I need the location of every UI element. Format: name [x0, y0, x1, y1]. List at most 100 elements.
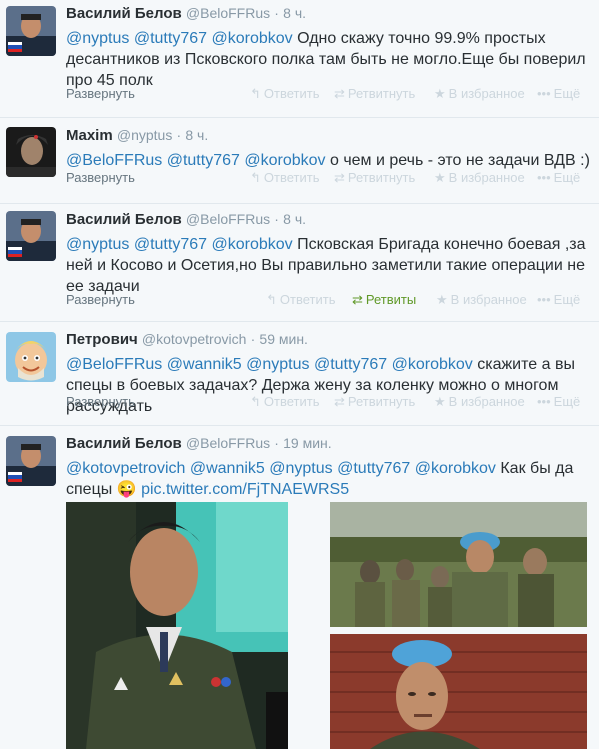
- pic-link[interactable]: pic.twitter.com/FjTNAEWRS5: [141, 481, 349, 498]
- reply-label: Ответить: [263, 170, 320, 185]
- favorite-label: В избранное: [450, 292, 527, 307]
- photo-paratroopers-group[interactable]: [330, 502, 587, 627]
- star-icon: ★: [434, 394, 446, 409]
- author-name[interactable]: Василий Белов: [66, 211, 182, 228]
- favorite-label: В избранное: [448, 86, 525, 101]
- reply-icon: ↰: [266, 292, 277, 307]
- tweet[interactable]: Василий Белов @BeloFFRus · 19 мин. @koto…: [0, 426, 599, 749]
- separator-dot: ·: [176, 127, 182, 143]
- tweet-header: Петрович @kotovpetrovich · 59 мин.: [66, 330, 593, 349]
- reply-icon: ↰: [250, 170, 261, 185]
- mention-link[interactable]: @korobkov: [244, 152, 325, 169]
- mention-link[interactable]: @korobkov: [211, 30, 292, 47]
- author-handle[interactable]: @BeloFFRus: [186, 5, 270, 21]
- favorite-button[interactable]: ★ В избранное: [436, 292, 527, 308]
- tweet-header: Maxim @nyptus · 8 ч.: [66, 126, 593, 145]
- tweet[interactable]: Петрович @kotovpetrovich · 59 мин. @Belo…: [0, 322, 599, 426]
- tweet-header: Василий Белов @BeloFFRus · 8 ч.: [66, 210, 593, 229]
- author-name[interactable]: Петрович: [66, 331, 138, 348]
- timestamp[interactable]: 8 ч.: [283, 211, 306, 227]
- mention-link[interactable]: @nyptus: [246, 356, 309, 373]
- separator-dot: ·: [274, 5, 279, 21]
- author-name[interactable]: Василий Белов: [66, 5, 182, 22]
- retweet-icon: ⇄: [352, 292, 363, 307]
- favorite-button[interactable]: ★ В избранное: [434, 86, 525, 102]
- mention-link[interactable]: @nyptus: [269, 460, 332, 477]
- expand-link[interactable]: Развернуть: [66, 292, 135, 307]
- avatar[interactable]: [6, 332, 56, 382]
- expand-link[interactable]: Развернуть: [66, 170, 135, 185]
- reply-button[interactable]: ↰ Ответить: [266, 292, 335, 308]
- more-button[interactable]: ••• Ещё: [537, 394, 580, 409]
- author-handle[interactable]: @BeloFFRus: [186, 435, 270, 451]
- more-button[interactable]: ••• Ещё: [537, 170, 580, 185]
- favorite-button[interactable]: ★ В избранное: [434, 170, 525, 186]
- mention-link[interactable]: @korobkov: [211, 236, 292, 253]
- mention-link[interactable]: @tutty767: [337, 460, 410, 477]
- author-handle[interactable]: @kotovpetrovich: [142, 331, 246, 347]
- mention-link[interactable]: @wannik5: [190, 460, 265, 477]
- tweet-body: о чем и речь - это не задачи ВДВ :): [329, 152, 590, 169]
- photo-officer-portrait[interactable]: [330, 634, 587, 749]
- reply-button[interactable]: ↰ Ответить: [250, 394, 319, 410]
- mention-link[interactable]: @korobkov: [392, 356, 473, 373]
- reply-button[interactable]: ↰ Ответить: [250, 86, 319, 102]
- mention-link[interactable]: @BeloFFRus: [66, 356, 162, 373]
- mention-link[interactable]: @BeloFFRus: [66, 152, 162, 169]
- reply-icon: ↰: [250, 86, 261, 101]
- star-icon: ★: [434, 170, 446, 185]
- mention-link[interactable]: @nyptus: [66, 30, 129, 47]
- timestamp[interactable]: 59 мин.: [259, 331, 308, 347]
- tweet[interactable]: Василий Белов @BeloFFRus · 8 ч. @nyptus …: [0, 0, 599, 118]
- mention-link[interactable]: @korobkov: [415, 460, 496, 477]
- tweet-text: @BeloFFRus @tutty767 @korobkov о чем и р…: [66, 150, 593, 171]
- more-button[interactable]: ••• Ещё: [537, 292, 580, 307]
- avatar[interactable]: [6, 127, 56, 177]
- timestamp[interactable]: 8 ч.: [185, 127, 208, 143]
- more-label: Ещё: [553, 170, 581, 185]
- tweet-text: @nyptus @tutty767 @korobkov Одно скажу т…: [66, 28, 593, 91]
- star-icon: ★: [436, 292, 448, 307]
- tweet[interactable]: Василий Белов @BeloFFRus · 8 ч. @nyptus …: [0, 204, 599, 322]
- reply-label: Ответить: [263, 86, 320, 101]
- expand-link[interactable]: Развернуть: [66, 86, 135, 101]
- mention-link[interactable]: @nyptus: [66, 236, 129, 253]
- mention-link[interactable]: @wannik5: [167, 356, 242, 373]
- author-name[interactable]: Maxim: [66, 127, 113, 144]
- author-name[interactable]: Василий Белов: [66, 435, 182, 452]
- author-handle[interactable]: @BeloFFRus: [186, 211, 270, 227]
- retweet-icon: ⇄: [334, 86, 345, 101]
- author-handle[interactable]: @nyptus: [117, 127, 172, 143]
- more-dots-icon: •••: [537, 394, 551, 409]
- retweet-button[interactable]: ⇄ Ретвитнуть: [334, 86, 415, 102]
- tweet-text: @kotovpetrovich @wannik5 @nyptus @tutty7…: [66, 458, 593, 500]
- tweet-header: Василий Белов @BeloFFRus · 19 мин.: [66, 434, 593, 453]
- mention-link[interactable]: @kotovpetrovich: [66, 460, 185, 477]
- separator-dot: ·: [250, 331, 256, 347]
- mention-link[interactable]: @tutty767: [167, 152, 240, 169]
- mention-link[interactable]: @tutty767: [134, 236, 207, 253]
- retweet-button[interactable]: ⇄ Ретвитнуть: [334, 170, 415, 186]
- retweet-button[interactable]: ⇄ Ретвитнуть: [334, 394, 415, 410]
- avatar[interactable]: [6, 211, 56, 261]
- separator-dot: ·: [274, 211, 279, 227]
- retweet-button[interactable]: ⇄ Ретвиты: [352, 292, 416, 308]
- emoji-wink-tongue: 😜: [116, 481, 137, 498]
- expand-link[interactable]: Развернуть: [66, 394, 135, 409]
- mention-link[interactable]: @tutty767: [134, 30, 207, 47]
- reply-button[interactable]: ↰ Ответить: [250, 170, 319, 186]
- avatar[interactable]: [6, 6, 56, 56]
- retweet-label: Ретвитнуть: [347, 170, 416, 185]
- favorite-button[interactable]: ★ В избранное: [434, 394, 525, 410]
- more-dots-icon: •••: [537, 86, 551, 101]
- timestamp[interactable]: 8 ч.: [283, 5, 306, 21]
- reply-icon: ↰: [250, 394, 261, 409]
- more-button[interactable]: ••• Ещё: [537, 86, 580, 101]
- photo-officer-car[interactable]: [66, 502, 288, 749]
- avatar[interactable]: [6, 436, 56, 486]
- timestamp[interactable]: 19 мин.: [283, 435, 332, 451]
- mention-link[interactable]: @tutty767: [314, 356, 387, 373]
- tweet[interactable]: Maxim @nyptus · 8 ч. @BeloFFRus @tutty76…: [0, 118, 599, 204]
- tweet-header: Василий Белов @BeloFFRus · 8 ч.: [66, 4, 593, 23]
- retweet-label: Ретвиты: [365, 292, 417, 307]
